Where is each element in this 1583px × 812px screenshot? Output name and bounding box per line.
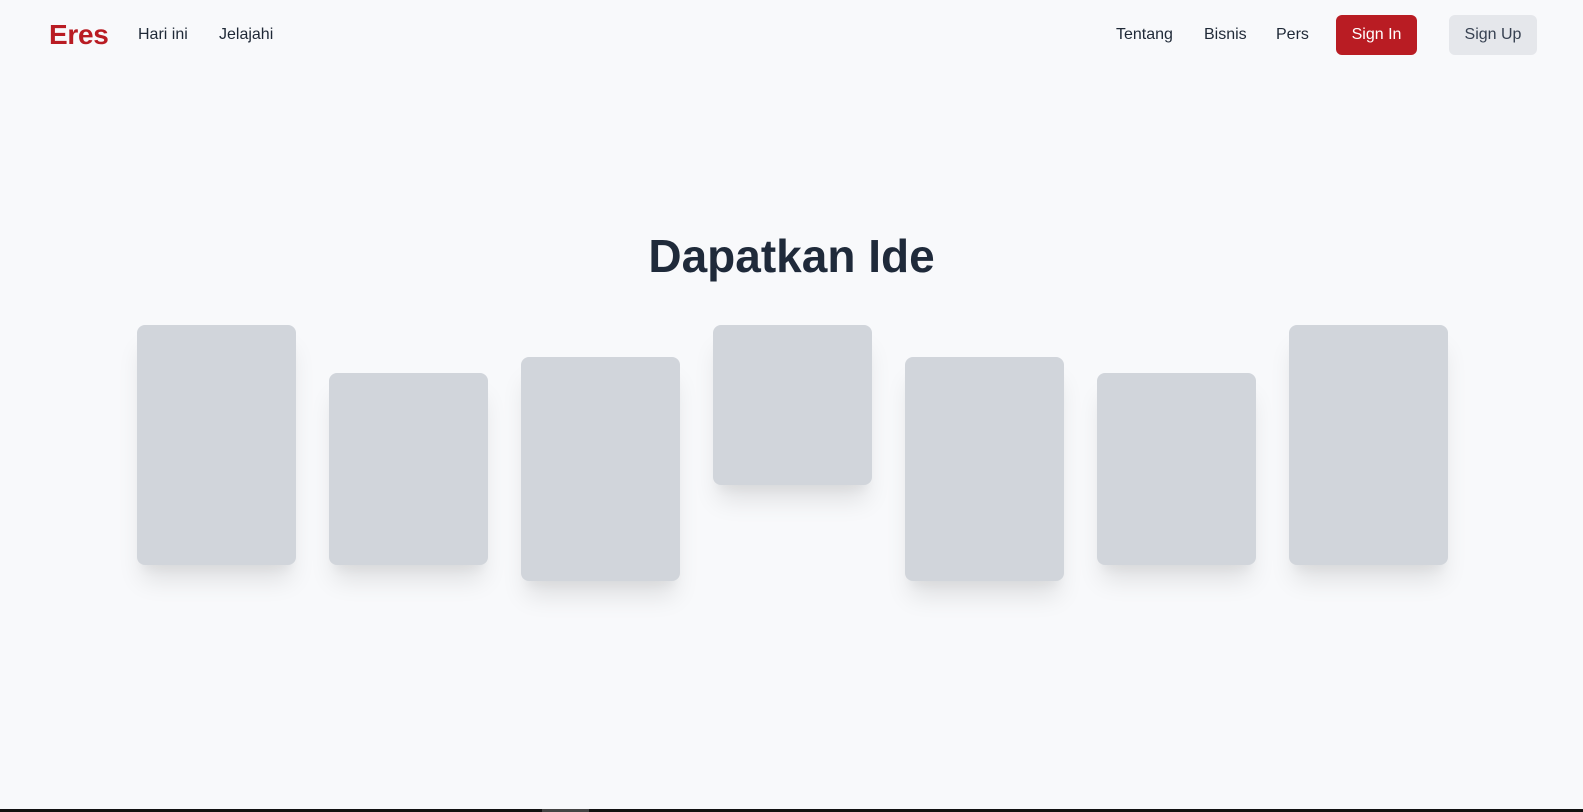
idea-card-5[interactable] bbox=[905, 357, 1064, 581]
hero-title: Dapatkan Ide bbox=[648, 230, 935, 282]
sign-up-button[interactable]: Sign Up bbox=[1449, 15, 1537, 55]
nav-link-bisnis[interactable]: Bisnis bbox=[1204, 25, 1247, 45]
nav-link-hari-ini[interactable]: Hari ini bbox=[138, 25, 188, 45]
sign-in-button[interactable]: Sign In bbox=[1336, 15, 1417, 55]
brand-logo[interactable]: Eres bbox=[49, 17, 109, 53]
top-navbar: Eres Hari ini Jelajahi Tentang Bisnis Pe… bbox=[0, 0, 1583, 72]
idea-card-1[interactable] bbox=[137, 325, 296, 565]
idea-card-2[interactable] bbox=[329, 373, 488, 565]
nav-link-tentang[interactable]: Tentang bbox=[1116, 25, 1173, 45]
idea-card-7[interactable] bbox=[1289, 325, 1448, 565]
nav-link-pers[interactable]: Pers bbox=[1276, 25, 1309, 45]
idea-card-6[interactable] bbox=[1097, 373, 1256, 565]
idea-card-4[interactable] bbox=[713, 325, 872, 485]
idea-card-3[interactable] bbox=[521, 357, 680, 581]
nav-link-jelajahi[interactable]: Jelajahi bbox=[219, 25, 273, 45]
